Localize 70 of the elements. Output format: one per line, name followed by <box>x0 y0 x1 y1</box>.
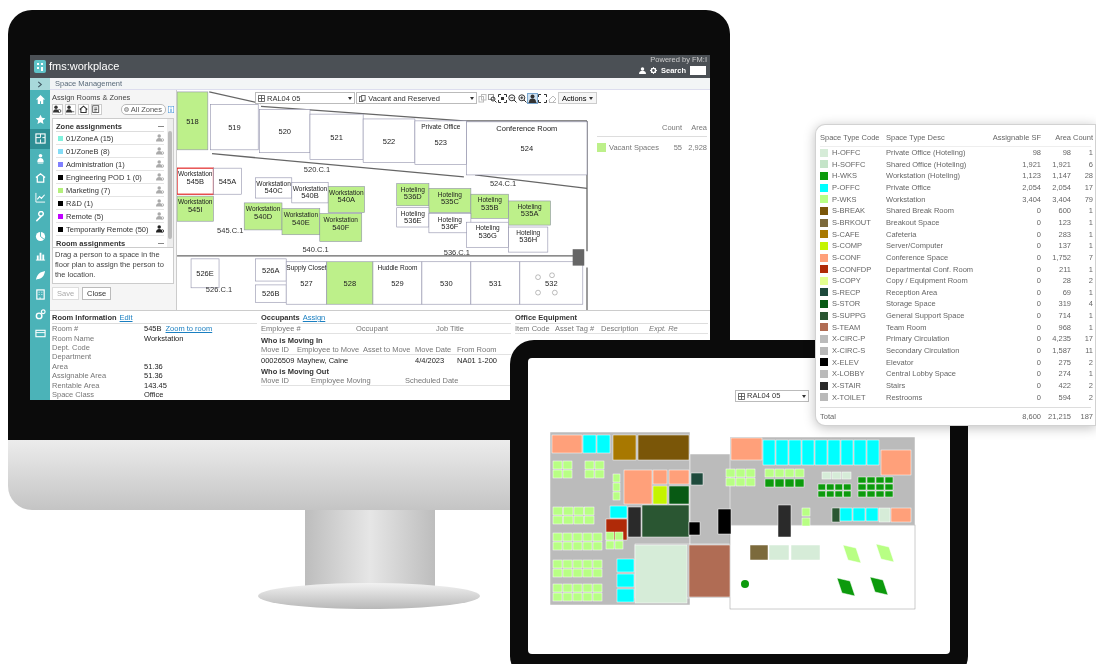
wall-line <box>586 266 588 310</box>
room-shape[interactable] <box>428 188 472 213</box>
room-shape[interactable] <box>177 167 214 195</box>
house-icon[interactable] <box>78 104 89 115</box>
room-shape[interactable] <box>255 284 287 303</box>
room-shape[interactable] <box>213 167 242 195</box>
bar-chart-icon <box>34 250 46 262</box>
person-icon[interactable] <box>527 93 537 103</box>
logo-icon <box>34 60 46 73</box>
user-icon[interactable] <box>638 67 646 74</box>
room-shape[interactable] <box>327 186 365 213</box>
leaf-icon <box>34 269 46 281</box>
floor-plan-icon <box>34 133 46 145</box>
room-shape[interactable] <box>285 261 328 305</box>
copy-icon <box>359 94 367 102</box>
gears-icon <box>34 308 46 320</box>
caret-icon <box>802 394 807 398</box>
person-remove-icon[interactable] <box>65 104 76 115</box>
grid-icon <box>258 94 265 102</box>
star-icon <box>34 113 46 125</box>
zoom-extent-icon[interactable] <box>497 93 507 103</box>
grid-icon <box>738 392 745 400</box>
line-chart-icon <box>34 191 46 203</box>
room-shape[interactable] <box>255 258 287 282</box>
list-icon[interactable] <box>91 104 102 115</box>
room-shape[interactable] <box>519 261 584 305</box>
room-shape[interactable] <box>190 258 220 289</box>
room-shape[interactable] <box>414 120 467 165</box>
room-shape[interactable] <box>291 182 329 204</box>
room-shape[interactable] <box>466 121 588 176</box>
room-shape[interactable] <box>255 177 293 199</box>
room-shape[interactable] <box>466 221 509 248</box>
room-shape[interactable] <box>281 208 321 236</box>
search-field[interactable] <box>690 66 706 75</box>
settings-icon[interactable] <box>649 67 657 74</box>
room-shape[interactable] <box>396 183 430 207</box>
sidebar-item[interactable] <box>30 129 50 149</box>
zoom-out-icon[interactable] <box>507 93 517 103</box>
info-icon[interactable] <box>168 106 174 113</box>
room-shape[interactable] <box>508 200 551 226</box>
room-shape[interactable] <box>243 202 283 231</box>
person-assign-icon[interactable] <box>156 225 164 233</box>
card-icon <box>34 328 46 340</box>
house-icon <box>34 172 46 184</box>
zoom-area-icon[interactable] <box>487 93 497 103</box>
room-shape[interactable] <box>177 195 214 222</box>
fullscreen-icon[interactable] <box>537 93 547 103</box>
caret-icon <box>348 96 353 100</box>
room-shape[interactable] <box>428 213 472 234</box>
home-icon <box>34 94 46 106</box>
expand-icon[interactable] <box>37 80 43 88</box>
room-shape[interactable] <box>508 226 549 253</box>
person-icon <box>34 152 46 164</box>
room-shape[interactable] <box>372 261 423 305</box>
collapse-icon[interactable] <box>158 242 164 245</box>
chairs-drawing <box>535 272 558 296</box>
room-shape[interactable] <box>470 193 509 219</box>
wrench-icon <box>34 211 46 223</box>
room-shape[interactable] <box>396 207 430 228</box>
person-add-icon[interactable] <box>52 104 63 115</box>
scrollbar-thumb[interactable] <box>168 131 172 239</box>
room-shape[interactable] <box>319 213 363 242</box>
column-shape <box>572 249 585 266</box>
building-icon <box>34 289 46 301</box>
app-logo-text: fms:workplace <box>49 59 120 74</box>
pie-chart-icon <box>34 230 46 242</box>
zoom-in-icon[interactable] <box>517 93 527 103</box>
collapse-icon[interactable] <box>158 124 164 128</box>
caret-icon <box>588 96 593 100</box>
caret-icon <box>469 96 474 100</box>
